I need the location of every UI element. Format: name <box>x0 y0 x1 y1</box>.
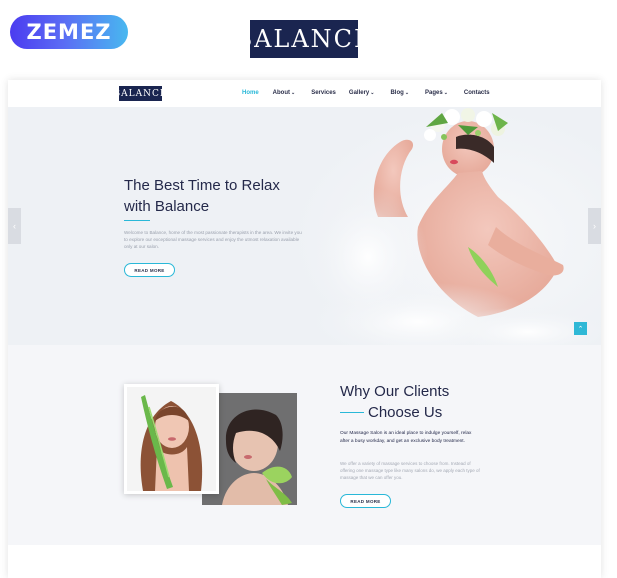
page: ZEMEZ BALANCE BALANCE Home About⌄ Servic… <box>0 0 617 578</box>
nav-item-contacts[interactable]: Contacts <box>464 90 490 96</box>
why-description: We offer a variety of massage services t… <box>340 461 480 480</box>
scroll-top-button[interactable]: ⌃ <box>574 322 587 335</box>
hero-title: The Best Time to Relax with Balance <box>124 177 280 215</box>
why-title: Why Our Clients Choose Us <box>340 383 450 421</box>
hero-accent-line <box>124 220 150 221</box>
nav-item-gallery[interactable]: Gallery⌄ <box>349 90 375 96</box>
why-lead-text: Our Massage Salon is an ideal place to i… <box>340 431 472 444</box>
chevron-down-icon: ⌄ <box>443 90 448 96</box>
why-accent-line <box>340 412 364 413</box>
chevron-down-icon: ⌄ <box>291 90 296 96</box>
why-choose-us-section: Why Our Clients Choose Us Our Massage Sa… <box>8 345 601 545</box>
nav-item-blog[interactable]: Blog⌄ <box>390 90 409 96</box>
slider-prev-button[interactable]: ‹ <box>8 208 21 244</box>
hero-description: Welcome to Balance, home of the most pas… <box>124 230 302 249</box>
nav-item-home[interactable]: Home <box>242 90 259 96</box>
nav-item-services[interactable]: Services <box>311 90 336 96</box>
nav-item-about[interactable]: About⌄ <box>273 90 296 96</box>
woman-long-hair-image <box>127 387 216 491</box>
chevron-right-icon: › <box>593 221 596 231</box>
portrait-photo-main <box>124 384 219 494</box>
website-preview: BALANCE Home About⌄ Services Gallery⌄ Bl… <box>8 80 601 578</box>
nav-item-pages[interactable]: Pages⌄ <box>425 90 448 96</box>
chevron-down-icon: ⌄ <box>370 90 375 96</box>
slider-next-button[interactable]: › <box>588 208 601 244</box>
next-section <box>8 545 601 578</box>
hero-read-more-button[interactable]: READ MORE <box>124 263 175 277</box>
hero-woman-image <box>308 108 601 345</box>
why-read-more-button[interactable]: READ MORE <box>340 494 391 508</box>
nav-menu: Home About⌄ Services Gallery⌄ Blog⌄ Page… <box>242 90 490 96</box>
chevron-down-icon: ⌄ <box>404 90 410 96</box>
hero-section: The Best Time to Relax with Balance Welc… <box>8 107 601 345</box>
arrow-up-icon: ⌃ <box>577 325 584 333</box>
navbar: BALANCE Home About⌄ Services Gallery⌄ Bl… <box>8 80 601 107</box>
balance-brand-logo: BALANCE <box>234 20 372 58</box>
zemez-logo[interactable]: ZEMEZ <box>10 15 128 49</box>
chevron-left-icon: ‹ <box>13 221 16 231</box>
nav-logo[interactable]: BALANCE <box>114 86 166 101</box>
